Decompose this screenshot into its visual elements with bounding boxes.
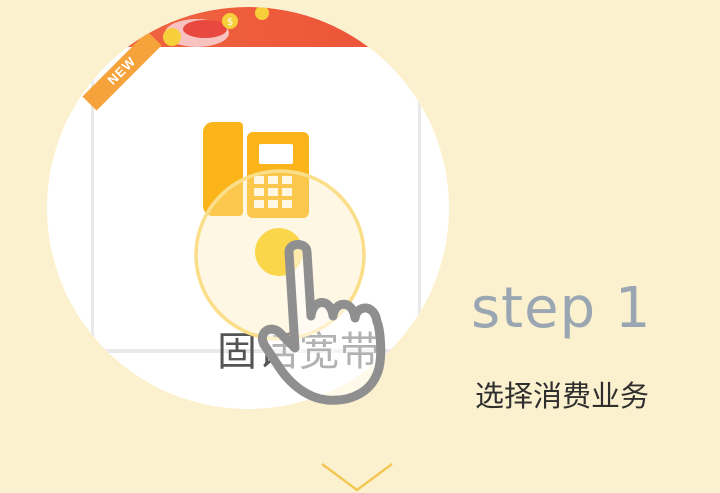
pointing-hand-icon — [257, 240, 386, 405]
promo-banner: $ — [47, 7, 449, 47]
svg-text:$: $ — [227, 17, 233, 28]
step-description: 选择消费业务 — [475, 379, 650, 413]
chevron-down-icon[interactable] — [318, 460, 396, 493]
step-title: step 1 — [471, 276, 652, 341]
red-envelope-coins-icon: $ — [163, 7, 269, 47]
